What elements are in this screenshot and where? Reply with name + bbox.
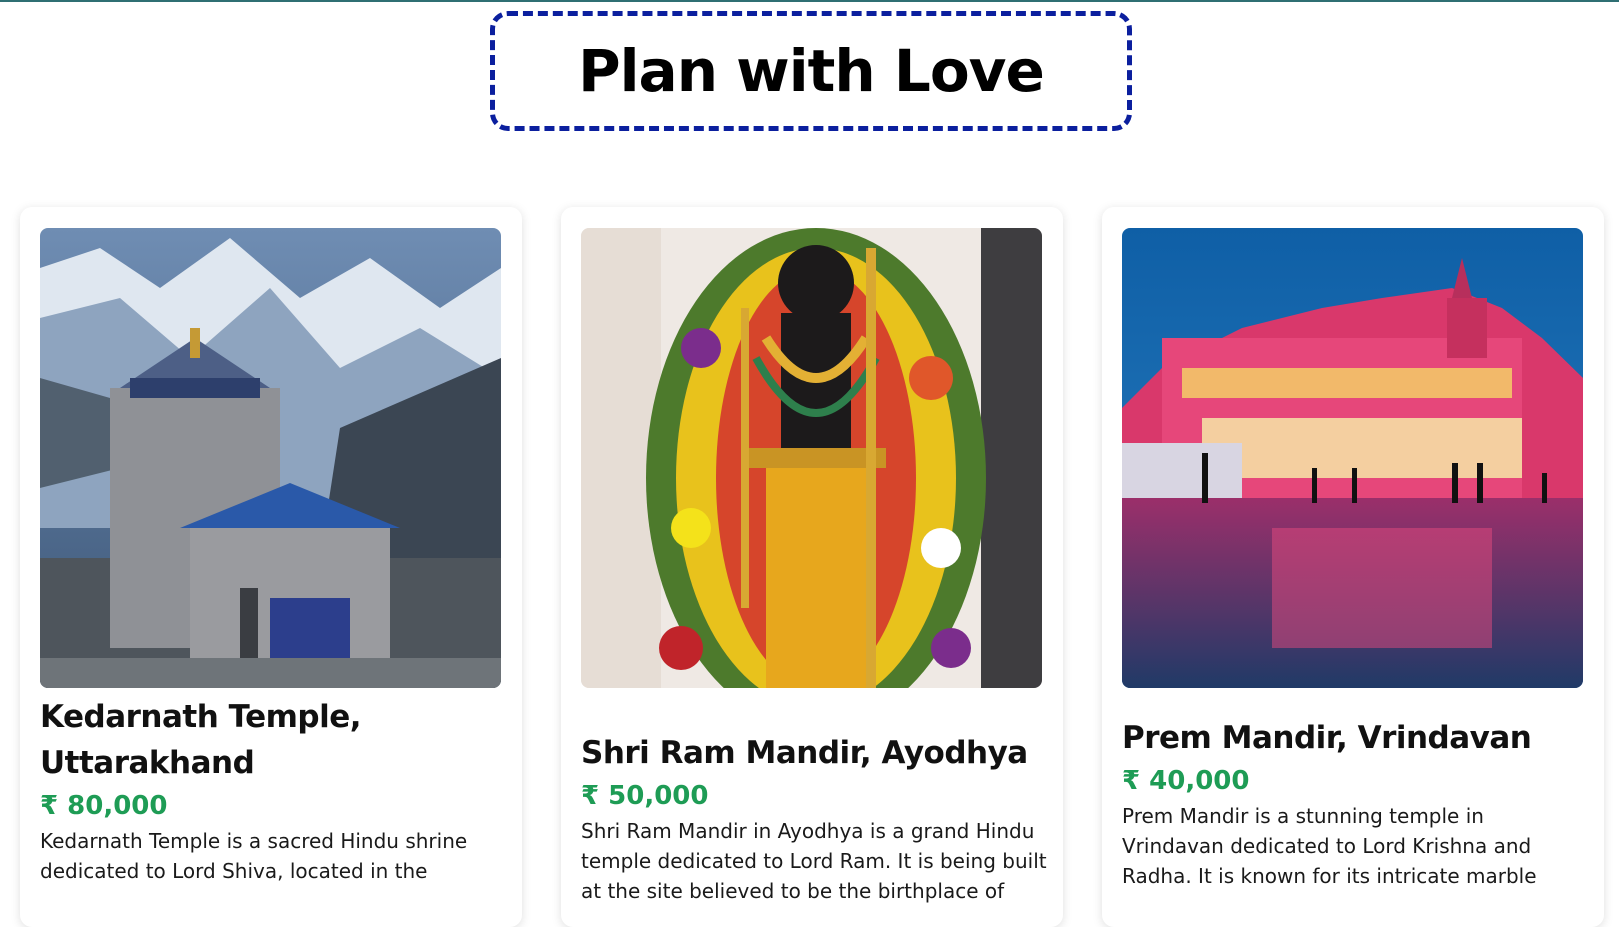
page-title: Plan with Love bbox=[578, 37, 1045, 105]
page-title-box: Plan with Love bbox=[490, 11, 1132, 131]
card-title: Shri Ram Mandir, Ayodhya bbox=[581, 735, 1028, 771]
card-title: Kedarnath Temple, Uttarakhand bbox=[40, 699, 362, 781]
card-description: Kedarnath Temple is a sacred Hindu shrin… bbox=[40, 829, 468, 883]
card-description: Shri Ram Mandir in Ayodhya is a grand Hi… bbox=[581, 819, 1047, 903]
tour-card-prem-mandir[interactable]: Prem Mandir, Vrindavan ₹ 40,000 Prem Man… bbox=[1102, 207, 1604, 927]
card-price: ₹ 80,000 bbox=[40, 791, 168, 821]
top-border-line bbox=[0, 0, 1619, 2]
prem-mandir-image bbox=[1122, 228, 1583, 688]
card-price: ₹ 40,000 bbox=[1122, 766, 1250, 796]
card-description: Prem Mandir is a stunning temple in Vrin… bbox=[1122, 804, 1537, 888]
tour-cards-grid: Kedarnath Temple, Uttarakhand ₹ 80,000 K… bbox=[20, 207, 1604, 927]
card-price: ₹ 50,000 bbox=[581, 781, 709, 811]
tour-card-kedarnath[interactable]: Kedarnath Temple, Uttarakhand ₹ 80,000 K… bbox=[20, 207, 522, 927]
tour-card-ram-mandir[interactable]: Shri Ram Mandir, Ayodhya ₹ 50,000 Shri R… bbox=[561, 207, 1063, 927]
ram-lalla-idol-image bbox=[581, 228, 1042, 688]
kedarnath-temple-image bbox=[40, 228, 501, 688]
card-title: Prem Mandir, Vrindavan bbox=[1122, 720, 1532, 756]
